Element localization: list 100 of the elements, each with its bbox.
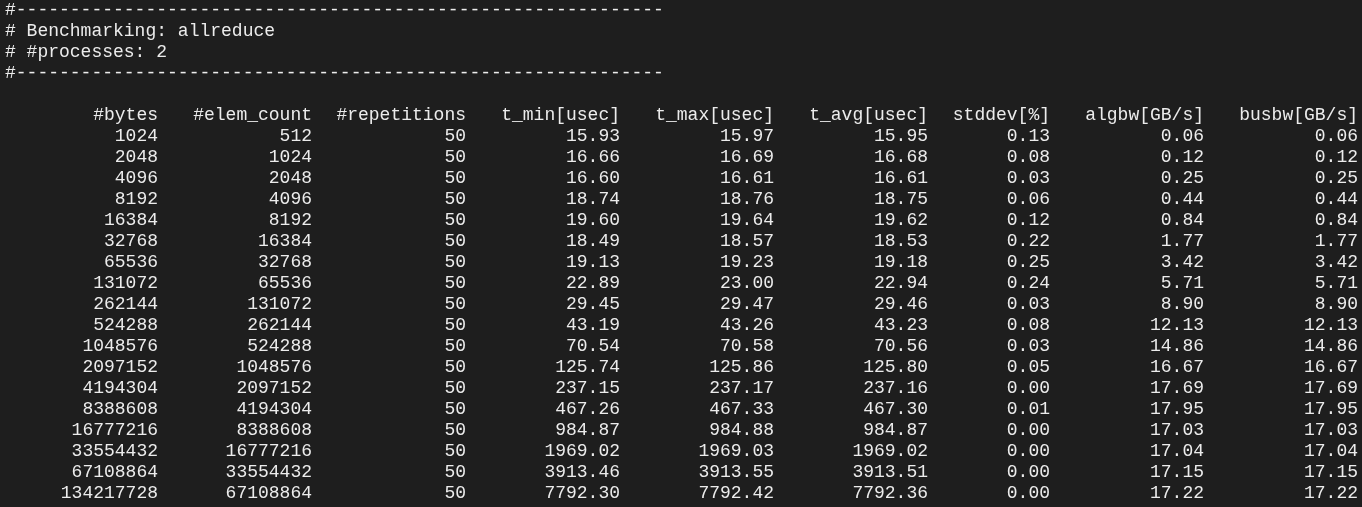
table-cell: 0.00 xyxy=(1006,462,1050,483)
table-cell: 0.13 xyxy=(1006,126,1050,147)
table-cell: 984.87 xyxy=(863,420,928,441)
table-cell: 0.22 xyxy=(1006,231,1050,252)
table-cell: 17.22 xyxy=(1304,483,1358,504)
table-cell: 2048 xyxy=(268,168,312,189)
table-cell: 467.33 xyxy=(709,399,774,420)
table-cell: 43.23 xyxy=(874,315,928,336)
table-cell: 16777216 xyxy=(71,420,158,441)
table-cell: 65536 xyxy=(104,252,158,273)
table-cell: 0.00 xyxy=(1006,483,1050,504)
table-cell: 8192 xyxy=(268,210,312,231)
table-cell: 50 xyxy=(444,252,466,273)
table-cell: 50 xyxy=(444,399,466,420)
table-cell: 1024 xyxy=(268,147,312,168)
table-cell: 134217728 xyxy=(60,483,158,504)
table-cell: 18.53 xyxy=(874,231,928,252)
table-cell: 7792.42 xyxy=(698,483,774,504)
table-cell: 125.80 xyxy=(863,357,928,378)
table-cell: 43.19 xyxy=(566,315,620,336)
table-cell: 131072 xyxy=(93,273,158,294)
table-cell: 50 xyxy=(444,357,466,378)
table-cell: 3913.55 xyxy=(698,462,774,483)
table-cell: 524288 xyxy=(247,336,312,357)
table-cell: 70.58 xyxy=(720,336,774,357)
table-cell: 237.15 xyxy=(555,378,620,399)
table-cell: 22.94 xyxy=(874,273,928,294)
terminal-line: # #processes: 2 xyxy=(5,42,168,63)
table-cell: 43.26 xyxy=(720,315,774,336)
table-cell: 50 xyxy=(444,168,466,189)
table-cell: 29.45 xyxy=(566,294,620,315)
table-cell: 0.12 xyxy=(1314,147,1358,168)
table-cell: 33554432 xyxy=(225,462,312,483)
table-cell: 0.06 xyxy=(1006,189,1050,210)
table-cell: 1969.02 xyxy=(544,441,620,462)
table-cell: 50 xyxy=(444,126,466,147)
table-cell: 262144 xyxy=(93,294,158,315)
table-cell: 50 xyxy=(444,483,466,504)
table-cell: 1.77 xyxy=(1314,231,1358,252)
table-cell: 8192 xyxy=(114,189,158,210)
table-cell: 0.84 xyxy=(1160,210,1204,231)
table-cell: 16384 xyxy=(258,231,312,252)
table-cell: 131072 xyxy=(247,294,312,315)
table-cell: 0.03 xyxy=(1006,336,1050,357)
table-cell: 0.25 xyxy=(1006,252,1050,273)
table-cell: 1048576 xyxy=(82,336,158,357)
column-header: stddev[%] xyxy=(952,105,1050,126)
table-cell: 984.87 xyxy=(555,420,620,441)
table-cell: 70.54 xyxy=(566,336,620,357)
table-cell: 4096 xyxy=(268,189,312,210)
table-cell: 8.90 xyxy=(1160,294,1204,315)
column-header: #bytes xyxy=(93,105,158,126)
table-cell: 19.62 xyxy=(874,210,928,231)
table-cell: 7792.30 xyxy=(544,483,620,504)
table-cell: 125.74 xyxy=(555,357,620,378)
table-cell: 16384 xyxy=(104,210,158,231)
table-cell: 0.24 xyxy=(1006,273,1050,294)
table-cell: 50 xyxy=(444,441,466,462)
table-cell: 2097152 xyxy=(236,378,312,399)
table-cell: 0.25 xyxy=(1314,168,1358,189)
table-cell: 0.44 xyxy=(1314,189,1358,210)
table-cell: 70.56 xyxy=(874,336,928,357)
table-cell: 18.76 xyxy=(720,189,774,210)
table-cell: 19.13 xyxy=(566,252,620,273)
table-cell: 17.15 xyxy=(1304,462,1358,483)
table-cell: 1024 xyxy=(114,126,158,147)
table-cell: 16.61 xyxy=(874,168,928,189)
table-cell: 0.08 xyxy=(1006,315,1050,336)
table-cell: 50 xyxy=(444,273,466,294)
table-cell: 237.16 xyxy=(863,378,928,399)
table-cell: 17.69 xyxy=(1304,378,1358,399)
table-cell: 8388608 xyxy=(82,399,158,420)
table-cell: 16.67 xyxy=(1150,357,1204,378)
table-cell: 16.66 xyxy=(566,147,620,168)
table-cell: 1048576 xyxy=(236,357,312,378)
terminal-line: # Benchmarking: allreduce xyxy=(5,21,276,42)
table-cell: 0.03 xyxy=(1006,294,1050,315)
table-cell: 237.17 xyxy=(709,378,774,399)
table-cell: 17.69 xyxy=(1150,378,1204,399)
table-cell: 50 xyxy=(444,147,466,168)
table-cell: 17.95 xyxy=(1150,399,1204,420)
table-cell: 8.90 xyxy=(1314,294,1358,315)
table-cell: 14.86 xyxy=(1304,336,1358,357)
table-cell: 2097152 xyxy=(82,357,158,378)
table-cell: 17.03 xyxy=(1150,420,1204,441)
table-cell: 3.42 xyxy=(1160,252,1204,273)
table-cell: 0.00 xyxy=(1006,420,1050,441)
table-cell: 8388608 xyxy=(236,420,312,441)
table-cell: 18.57 xyxy=(720,231,774,252)
table-cell: 0.84 xyxy=(1314,210,1358,231)
table-cell: 50 xyxy=(444,231,466,252)
table-cell: 50 xyxy=(444,210,466,231)
table-cell: 18.75 xyxy=(874,189,928,210)
table-cell: 18.49 xyxy=(566,231,620,252)
column-header: #elem_count xyxy=(193,105,312,126)
table-cell: 0.44 xyxy=(1160,189,1204,210)
table-cell: 1969.03 xyxy=(698,441,774,462)
table-cell: 0.25 xyxy=(1160,168,1204,189)
table-cell: 0.06 xyxy=(1314,126,1358,147)
table-cell: 50 xyxy=(444,420,466,441)
